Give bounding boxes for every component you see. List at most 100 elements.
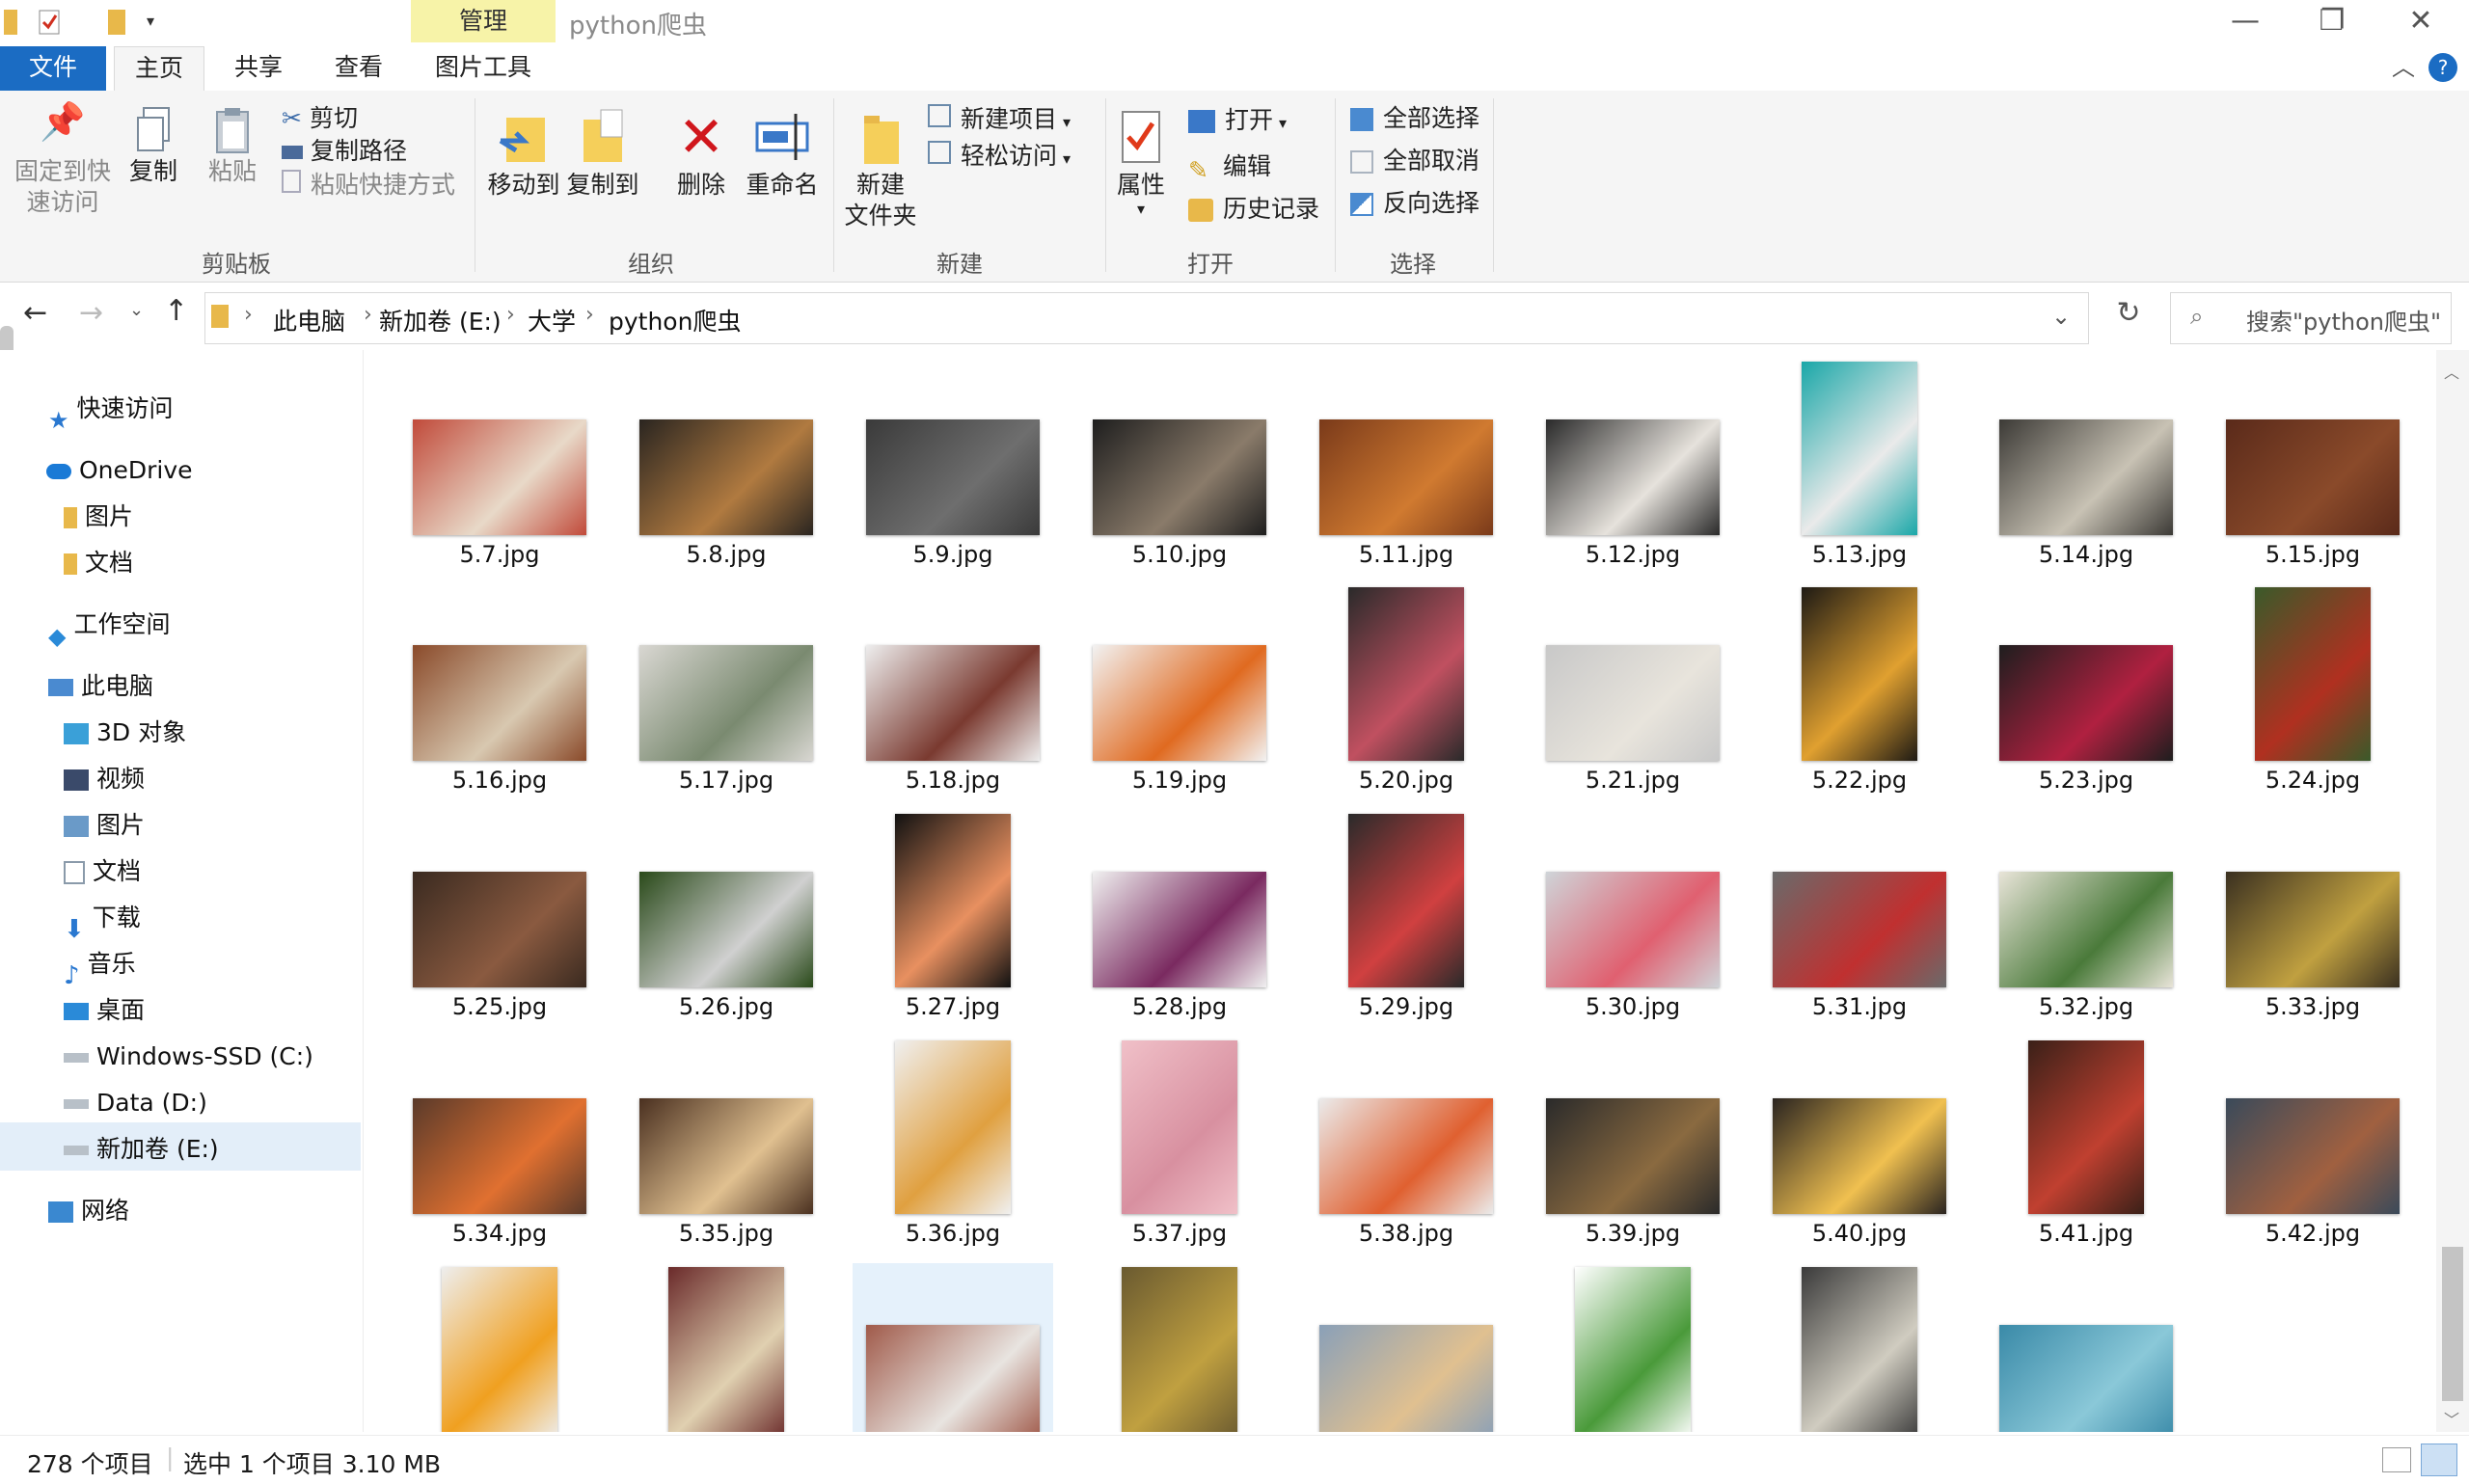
- open-button[interactable]: 打开 ▾: [1188, 106, 1287, 138]
- tab-file[interactable]: 文件: [0, 46, 106, 91]
- customize-quick-access-icon[interactable]: ▾: [147, 12, 168, 37]
- file-item[interactable]: 5.32.jpg: [1986, 810, 2186, 1034]
- file-item[interactable]: 5.11.jpg: [1306, 358, 1506, 581]
- new-folder-icon[interactable]: [108, 10, 125, 35]
- scroll-up-icon[interactable]: ︿: [2444, 360, 2459, 383]
- maximize-button[interactable]: ❐: [2288, 0, 2376, 42]
- file-item[interactable]: 5.42.jpg: [2212, 1037, 2413, 1260]
- file-item[interactable]: 5.47.jpg: [1306, 1263, 1506, 1432]
- forward-icon[interactable]: →: [79, 296, 103, 330]
- nav-music[interactable]: ♪ 音乐: [64, 943, 136, 990]
- file-item[interactable]: 5.16.jpg: [399, 583, 600, 807]
- file-item[interactable]: 5.12.jpg: [1533, 358, 1733, 581]
- easy-access-button[interactable]: 轻松访问 ▾: [928, 141, 1071, 174]
- nav-quick-access[interactable]: ★ 快速访问: [48, 388, 174, 434]
- breadcrumb-this-pc[interactable]: 此电脑: [273, 303, 345, 337]
- file-item[interactable]: 5.10.jpg: [1079, 358, 1280, 581]
- nav-onedrive-documents[interactable]: 文档: [64, 542, 133, 584]
- file-item[interactable]: 5.22.jpg: [1759, 583, 1960, 807]
- tab-share[interactable]: 共享: [214, 46, 303, 91]
- history-button[interactable]: 历史记录: [1188, 195, 1319, 224]
- file-item[interactable]: 5.45.jpg: [853, 1263, 1053, 1432]
- edit-button[interactable]: ✎ 编辑: [1188, 152, 1271, 184]
- file-item[interactable]: 5.21.jpg: [1533, 583, 1733, 807]
- file-item[interactable]: 5.31.jpg: [1759, 810, 1960, 1034]
- new-item-button[interactable]: 新建项目 ▾: [928, 104, 1071, 137]
- nav-3d-objects[interactable]: 3D 对象: [64, 712, 186, 754]
- properties-button[interactable]: 属性 ▾: [1109, 106, 1173, 218]
- file-item[interactable]: 5.34.jpg: [399, 1037, 600, 1260]
- close-button[interactable]: ✕: [2376, 0, 2465, 42]
- file-item[interactable]: 5.26.jpg: [626, 810, 827, 1034]
- tab-picture-tools[interactable]: 图片工具: [413, 46, 554, 91]
- nav-onedrive-pictures[interactable]: 图片: [64, 496, 133, 538]
- move-to-button[interactable]: 移动到: [484, 106, 563, 201]
- file-item[interactable]: 5.19.jpg: [1079, 583, 1280, 807]
- nav-drive-e[interactable]: 新加卷 (E:): [64, 1128, 219, 1171]
- file-item[interactable]: 5.18.jpg: [853, 583, 1053, 807]
- copy-to-button[interactable]: 复制到: [563, 106, 642, 201]
- nav-desktop[interactable]: 桌面: [64, 989, 145, 1032]
- recent-locations-icon[interactable]: ⌄: [129, 300, 144, 320]
- chevron-right-icon[interactable]: ›: [585, 303, 594, 327]
- details-view-icon[interactable]: [2382, 1447, 2411, 1472]
- select-none-button[interactable]: 全部取消: [1350, 147, 1479, 175]
- nav-drive-c[interactable]: Windows-SSD (C:): [64, 1036, 313, 1078]
- nav-onedrive[interactable]: OneDrive: [46, 449, 193, 492]
- file-item[interactable]: 5.29.jpg: [1306, 810, 1506, 1034]
- file-item[interactable]: 5.48.jpg: [1533, 1263, 1733, 1432]
- file-item[interactable]: 5.33.jpg: [2212, 810, 2413, 1034]
- scrollbar-thumb[interactable]: [2442, 1247, 2463, 1401]
- search-input[interactable]: ⌕ 搜索"python爬虫": [2170, 292, 2452, 344]
- file-item[interactable]: 5.25.jpg: [399, 810, 600, 1034]
- breadcrumb-python-crawler[interactable]: python爬虫: [609, 303, 741, 337]
- tab-manage[interactable]: 管理: [411, 0, 556, 42]
- new-folder-button[interactable]: 新建 文件夹: [839, 106, 922, 231]
- large-icons-view-icon[interactable]: [2421, 1444, 2457, 1476]
- file-item[interactable]: 5.36.jpg: [853, 1037, 1053, 1260]
- chevron-right-icon[interactable]: ›: [364, 303, 372, 327]
- file-item[interactable]: 5.37.jpg: [1079, 1037, 1280, 1260]
- up-icon[interactable]: ↑: [164, 294, 188, 328]
- nav-network[interactable]: 网络: [48, 1190, 129, 1232]
- breadcrumb-university[interactable]: 大学: [528, 303, 576, 337]
- file-item[interactable]: 5.13.jpg: [1759, 358, 1960, 581]
- file-item[interactable]: 5.23.jpg: [1986, 583, 2186, 807]
- properties-icon[interactable]: [39, 10, 60, 35]
- paste-shortcut-button[interactable]: 粘贴快捷方式: [282, 170, 455, 200]
- chevron-right-icon[interactable]: ›: [506, 303, 515, 327]
- back-icon[interactable]: ←: [23, 296, 47, 330]
- file-item[interactable]: 5.35.jpg: [626, 1037, 827, 1260]
- cut-button[interactable]: ✂ 剪切: [282, 104, 358, 133]
- file-item[interactable]: 5.40.jpg: [1759, 1037, 1960, 1260]
- paste-button[interactable]: 粘贴: [201, 106, 264, 187]
- copy-button[interactable]: 复制: [122, 106, 185, 187]
- file-item[interactable]: 5.41.jpg: [1986, 1037, 2186, 1260]
- minimize-button[interactable]: —: [2201, 0, 2290, 42]
- scroll-down-icon[interactable]: ﹀: [2444, 1407, 2459, 1430]
- nav-documents[interactable]: 文档: [64, 850, 141, 893]
- address-bar[interactable]: › 此电脑 › 新加卷 (E:) › 大学 › python爬虫 ⌄: [204, 292, 2089, 344]
- nav-workspace[interactable]: ◆ 工作空间: [48, 604, 170, 650]
- file-item[interactable]: 5.39.jpg: [1533, 1037, 1733, 1260]
- nav-this-pc[interactable]: 此电脑: [48, 665, 153, 708]
- file-item[interactable]: 5.50.jpg: [1986, 1263, 2186, 1432]
- file-item[interactable]: 5.49.jpg: [1759, 1263, 1960, 1432]
- nav-downloads[interactable]: ⬇ 下载: [64, 897, 141, 944]
- file-item[interactable]: 5.38.jpg: [1306, 1037, 1506, 1260]
- tab-home[interactable]: 主页: [114, 46, 204, 92]
- rename-button[interactable]: 重命名: [743, 106, 822, 201]
- nav-drive-d[interactable]: Data (D:): [64, 1082, 207, 1124]
- vertical-scrollbar[interactable]: ︿ ﹀: [2436, 350, 2469, 1432]
- file-item[interactable]: 5.7.jpg: [399, 358, 600, 581]
- invert-selection-button[interactable]: 反向选择: [1350, 189, 1479, 218]
- file-item[interactable]: 5.44.jpg: [626, 1263, 827, 1432]
- pin-to-quick-access-button[interactable]: 📌 固定到快 速访问: [10, 103, 116, 218]
- copy-path-button[interactable]: 复制路径: [282, 137, 407, 166]
- file-item[interactable]: 5.43.jpg: [399, 1263, 600, 1432]
- tab-view[interactable]: 查看: [314, 46, 403, 91]
- file-item[interactable]: 5.8.jpg: [626, 358, 827, 581]
- nav-videos[interactable]: 视频: [64, 758, 145, 800]
- breadcrumb-drive-e[interactable]: 新加卷 (E:): [379, 303, 502, 337]
- delete-button[interactable]: ✕ 删除: [662, 106, 741, 201]
